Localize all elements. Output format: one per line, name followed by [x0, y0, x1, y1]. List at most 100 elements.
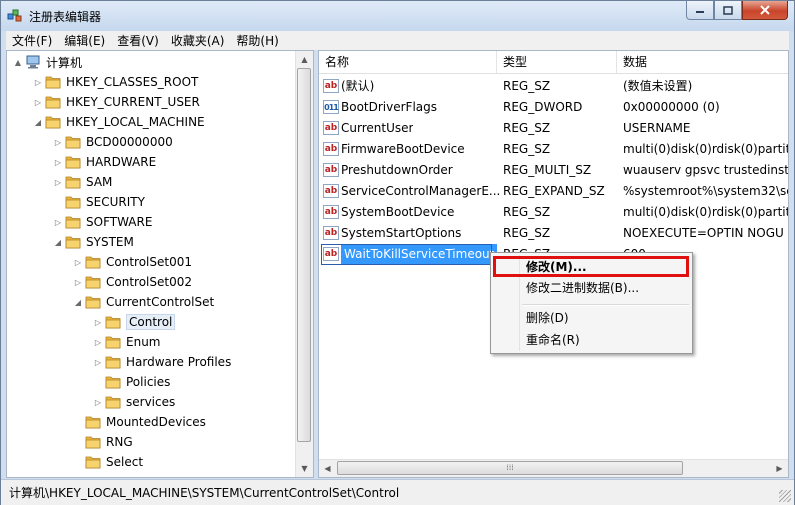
- key-tree-pane[interactable]: ▲ 计算机 ▷ HKEY_CLASSES_ROOT ▷ HKEY_CURRENT_USER…: [6, 50, 314, 478]
- tree-node-label: SOFTWARE: [86, 215, 153, 229]
- scroll-right-button[interactable]: ▶: [771, 460, 788, 477]
- expand-arrow-icon[interactable]: ▲: [13, 58, 23, 67]
- collapse-arrow-icon[interactable]: ▷: [93, 398, 103, 407]
- scroll-left-button[interactable]: ◀: [319, 460, 336, 477]
- collapse-arrow-icon[interactable]: ▷: [93, 358, 103, 367]
- value-data: USERNAME: [623, 121, 691, 135]
- menu-view[interactable]: 查看(V): [111, 32, 165, 50]
- tree-scroll-thumb[interactable]: [297, 68, 311, 442]
- value-row[interactable]: ab SystemStartOptions REG_SZ NOEXECUTE=OPT…: [319, 223, 788, 244]
- tree-node[interactable]: ▷ ControlSet001: [73, 252, 192, 272]
- collapse-arrow-icon[interactable]: ▷: [53, 218, 63, 227]
- folder-icon: [85, 416, 101, 429]
- menu-help[interactable]: 帮助(H): [230, 32, 284, 50]
- value-row[interactable]: ab FirmwareBootDevice REG_SZ multi(0)disk(0…: [319, 139, 788, 160]
- tree-node[interactable]: Policies: [93, 372, 170, 392]
- tree-node[interactable]: ▷ ControlSet002: [73, 272, 192, 292]
- tree-node[interactable]: ▷ BCD00000000: [53, 132, 173, 152]
- expand-arrow-icon[interactable]: ◢: [73, 298, 83, 307]
- column-header-type[interactable]: 类型: [497, 51, 617, 73]
- values-horizontal-scrollbar[interactable]: ◀ ⁞⁞⁞ ▶: [319, 459, 788, 477]
- tree-node[interactable]: ▷ SAM: [53, 172, 112, 192]
- menu-item-delete[interactable]: 删除(D): [493, 308, 690, 329]
- tree-node-label: HKEY_CLASSES_ROOT: [66, 75, 199, 89]
- collapse-arrow-icon[interactable]: ▷: [53, 138, 63, 147]
- tree-node[interactable]: ▷ HKEY_CLASSES_ROOT: [33, 72, 198, 92]
- value-data: wuauserv gpsvc trustedinsta: [623, 163, 788, 177]
- tree-node-label: HKEY_CURRENT_USER: [66, 95, 200, 109]
- tree-node[interactable]: ◢ CurrentControlSet: [73, 292, 214, 312]
- tree-node[interactable]: MountedDevices: [73, 412, 206, 432]
- folder-icon: [85, 456, 101, 469]
- computer-icon: [26, 55, 40, 69]
- scroll-down-button[interactable]: ▼: [296, 460, 313, 477]
- tree-node-label: CurrentControlSet: [106, 295, 215, 309]
- title-bar[interactable]: 注册表编辑器: [1, 1, 794, 31]
- tree-node-label: MountedDevices: [106, 415, 206, 429]
- collapse-arrow-icon[interactable]: ▷: [73, 278, 83, 287]
- close-button[interactable]: [742, 1, 788, 20]
- tree-node[interactable]: ▷ Hardware Profiles: [93, 352, 231, 372]
- collapse-arrow-icon[interactable]: ▷: [33, 78, 43, 87]
- scroll-up-button[interactable]: ▲: [296, 51, 313, 68]
- collapse-arrow-icon[interactable]: ▷: [93, 338, 103, 347]
- value-name: CurrentUser: [341, 121, 414, 135]
- folder-icon: [45, 76, 61, 89]
- folder-icon: [85, 256, 101, 269]
- folder-icon: [105, 316, 121, 329]
- collapse-arrow-icon[interactable]: ▷: [53, 178, 63, 187]
- menu-bar: 文件(F) 编辑(E) 查看(V) 收藏夹(A) 帮助(H): [6, 31, 789, 51]
- menu-edit[interactable]: 编辑(E): [58, 32, 111, 50]
- tree-node[interactable]: ◢ HKEY_LOCAL_MACHINE: [33, 112, 205, 132]
- value-type: REG_SZ: [503, 79, 551, 93]
- column-header-name[interactable]: 名称: [319, 51, 497, 73]
- menu-item-modify-binary[interactable]: 修改二进制数据(B)...: [493, 278, 690, 299]
- collapse-arrow-icon[interactable]: ▷: [53, 158, 63, 167]
- collapse-arrow-icon[interactable]: ▷: [33, 98, 43, 107]
- tree-node-label: 计算机: [46, 55, 83, 70]
- tree-node[interactable]: ▷ Enum: [93, 332, 161, 352]
- values-scroll-thumb[interactable]: ⁞⁞⁞: [337, 461, 683, 475]
- tree-vertical-scrollbar[interactable]: ▲ ▼: [295, 51, 313, 477]
- collapse-arrow-icon[interactable]: ▷: [73, 258, 83, 267]
- value-row[interactable]: 011 BootDriverFlags REG_DWORD 0x00000000 (0…: [319, 97, 788, 118]
- value-data: multi(0)disk(0)rdisk(0)partitio: [623, 142, 788, 156]
- resize-grip[interactable]: [779, 490, 791, 502]
- tree-node[interactable]: Select: [73, 452, 143, 472]
- collapse-arrow-icon[interactable]: ▷: [93, 318, 103, 327]
- selection-focus-box: [321, 244, 492, 265]
- value-row[interactable]: ab (默认) REG_SZ (数值未设置): [319, 76, 788, 97]
- tree-node[interactable]: RNG: [73, 432, 133, 452]
- expand-arrow-icon[interactable]: ◢: [33, 118, 43, 127]
- value-row[interactable]: ab ServiceControlManagerE... REG_EXPAND_SZ…: [319, 181, 788, 202]
- value-name: (默认): [341, 79, 375, 93]
- tree-node[interactable]: ▷ HKEY_CURRENT_USER: [33, 92, 200, 112]
- menu-favorites[interactable]: 收藏夹(A): [165, 32, 231, 50]
- tree-node[interactable]: ▷ SOFTWARE: [53, 212, 153, 232]
- menu-item-rename[interactable]: 重命名(R): [493, 330, 690, 351]
- value-row[interactable]: ab PreshutdownOrder REG_MULTI_SZ wuauserv g…: [319, 160, 788, 181]
- value-type: REG_DWORD: [503, 100, 583, 114]
- value-row[interactable]: ab SystemBootDevice REG_SZ multi(0)disk(0)r…: [319, 202, 788, 223]
- value-name: PreshutdownOrder: [341, 163, 453, 177]
- folder-icon: [65, 236, 81, 249]
- folder-icon: [65, 136, 81, 149]
- string-value-icon: ab: [323, 121, 339, 135]
- expand-arrow-icon[interactable]: ◢: [53, 238, 63, 247]
- value-name: BootDriverFlags: [341, 100, 438, 114]
- column-header-data[interactable]: 数据: [617, 51, 788, 73]
- tree-node[interactable]: ▷ HARDWARE: [53, 152, 156, 172]
- minimize-button[interactable]: [686, 1, 714, 20]
- tree-node-label: Policies: [126, 375, 171, 389]
- tree-node[interactable]: SECURITY: [53, 192, 145, 212]
- value-type: REG_SZ: [503, 121, 551, 135]
- menu-file[interactable]: 文件(F): [6, 32, 58, 50]
- tree-node[interactable]: ▲ 计算机: [13, 52, 82, 72]
- maximize-button[interactable]: [714, 1, 742, 20]
- tree-node[interactable]: ▷ Control: [93, 312, 176, 332]
- value-row[interactable]: ab CurrentUser REG_SZ USERNAME: [319, 118, 788, 139]
- tree-node[interactable]: ▷ services: [93, 392, 175, 412]
- folder-icon: [65, 196, 81, 209]
- string-value-icon: ab: [323, 142, 339, 156]
- tree-node[interactable]: ◢ SYSTEM: [53, 232, 134, 252]
